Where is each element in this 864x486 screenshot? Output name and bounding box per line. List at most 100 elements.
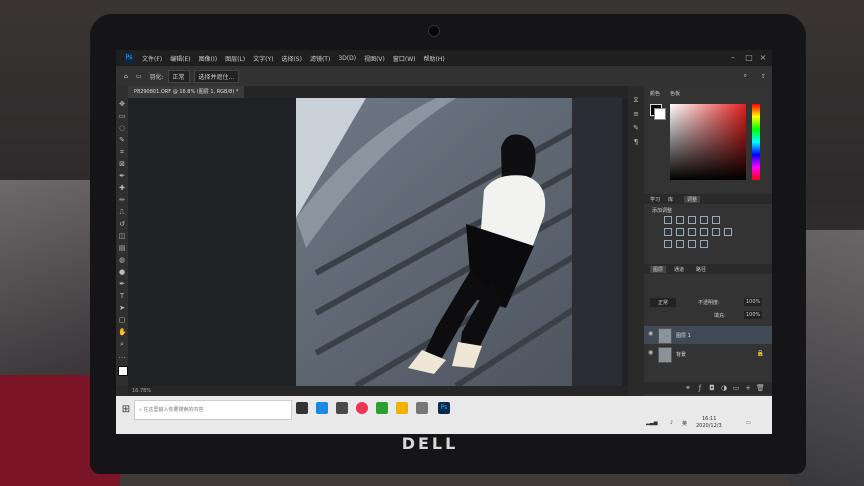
- menu-help[interactable]: 帮助(H): [424, 54, 445, 63]
- blur-tool-icon[interactable]: ◍: [118, 256, 126, 264]
- color-lookup-icon[interactable]: [724, 228, 732, 236]
- gradient-tool-icon[interactable]: ▤: [118, 244, 126, 252]
- menu-window[interactable]: 窗口(W): [393, 54, 416, 63]
- blend-mode-select[interactable]: 正常: [650, 298, 677, 307]
- menu-3d[interactable]: 3D(D): [338, 55, 356, 62]
- app-icon[interactable]: [416, 402, 428, 414]
- move-tool-icon[interactable]: ✥: [118, 100, 126, 108]
- task-view-icon[interactable]: [296, 402, 308, 414]
- hue-saturation-icon[interactable]: [664, 228, 672, 236]
- healing-tool-icon[interactable]: ✚: [118, 184, 126, 192]
- marquee-icon[interactable]: ▭: [136, 73, 142, 80]
- curves-icon[interactable]: [688, 216, 696, 224]
- menu-type[interactable]: 文字(Y): [253, 54, 273, 63]
- type-tool-icon[interactable]: T: [118, 292, 126, 300]
- color-balance-icon[interactable]: [676, 228, 684, 236]
- lasso-tool-icon[interactable]: ◌: [118, 124, 126, 132]
- tab-paths[interactable]: 路径: [696, 266, 706, 273]
- paragraph-panel-icon[interactable]: ¶: [632, 138, 640, 146]
- ime-indicator[interactable]: 英: [682, 420, 687, 427]
- history-brush-icon[interactable]: ↺: [118, 220, 126, 228]
- select-and-mask-button[interactable]: 选择并遮住...: [193, 69, 240, 83]
- trash-icon[interactable]: 🗑: [756, 384, 765, 392]
- brightness-icon[interactable]: [664, 216, 672, 224]
- photo-canvas[interactable]: [296, 98, 622, 386]
- posterize-icon[interactable]: [676, 240, 684, 248]
- tab-channels[interactable]: 通道: [674, 266, 684, 273]
- gradient-map-icon[interactable]: [700, 240, 708, 248]
- clock-time[interactable]: 16:11: [702, 416, 716, 422]
- history-panel-icon[interactable]: ⧖: [632, 96, 640, 104]
- exposure-icon[interactable]: [700, 216, 708, 224]
- eyedropper-tool-icon[interactable]: ✒: [118, 172, 126, 180]
- share-icon[interactable]: ⇪: [761, 73, 766, 80]
- adjustment-layer-icon[interactable]: ◑: [720, 384, 728, 392]
- edge-icon[interactable]: [316, 402, 328, 414]
- eye-icon[interactable]: ◉: [648, 331, 654, 337]
- notification-icon[interactable]: ▭: [746, 420, 751, 426]
- canvas-area[interactable]: [128, 98, 628, 386]
- layer-row[interactable]: ◉ 图层 1: [644, 326, 772, 344]
- fx-icon[interactable]: ƒ: [696, 384, 704, 392]
- channel-mixer-icon[interactable]: [712, 228, 720, 236]
- minimize-icon[interactable]: –: [728, 53, 738, 63]
- layer-row[interactable]: ◉ 背景 🔒: [644, 345, 772, 363]
- invert-icon[interactable]: [664, 240, 672, 248]
- tab-adjustments[interactable]: 调整: [684, 196, 701, 203]
- tab-learn[interactable]: 学习: [650, 196, 660, 203]
- hand-tool-icon[interactable]: ✋: [118, 328, 127, 336]
- taskbar-search-box[interactable]: ⌕ 在这里输入你要搜索的内容: [134, 400, 292, 420]
- shape-tool-icon[interactable]: ▢: [118, 316, 126, 324]
- color-picker-field[interactable]: [670, 104, 746, 180]
- menu-filter[interactable]: 滤镜(T): [310, 54, 330, 63]
- threshold-icon[interactable]: [688, 240, 696, 248]
- style-select[interactable]: 正常: [167, 69, 190, 83]
- maximize-icon[interactable]: □: [744, 53, 754, 63]
- foreground-color-swatch[interactable]: [118, 366, 128, 376]
- menu-image[interactable]: 图像(I): [199, 54, 217, 63]
- pen-tool-icon[interactable]: ✒: [118, 280, 126, 288]
- eraser-tool-icon[interactable]: ◫: [118, 232, 126, 240]
- photo-filter-icon[interactable]: [700, 228, 708, 236]
- eye-icon[interactable]: ◉: [648, 350, 654, 356]
- tab-layers[interactable]: 图层: [650, 266, 667, 273]
- stamp-tool-icon[interactable]: ⎍: [118, 208, 126, 216]
- tab-swatches[interactable]: 色板: [670, 90, 680, 97]
- link-layers-icon[interactable]: ⚭: [684, 384, 692, 392]
- menu-select[interactable]: 选择(S): [281, 54, 302, 63]
- dodge-tool-icon[interactable]: ●: [118, 268, 126, 276]
- new-layer-icon[interactable]: +: [744, 384, 752, 392]
- mask-icon[interactable]: ◘: [708, 384, 716, 392]
- path-select-icon[interactable]: ➤: [118, 304, 126, 312]
- menu-file[interactable]: 文件(F): [142, 54, 162, 63]
- chrome-icon[interactable]: [356, 402, 368, 414]
- tab-color[interactable]: 颜色: [650, 90, 660, 97]
- search-icon[interactable]: ⌕: [744, 72, 747, 80]
- tab-library[interactable]: 库: [668, 196, 673, 203]
- background-swatch[interactable]: [654, 108, 666, 120]
- opacity-input[interactable]: 100%: [744, 298, 763, 306]
- brush-panel-icon[interactable]: ✎: [632, 124, 640, 132]
- properties-panel-icon[interactable]: ≡: [632, 110, 640, 118]
- folder-icon[interactable]: [396, 402, 408, 414]
- photoshop-task-icon[interactable]: Ps: [438, 402, 450, 414]
- store-icon[interactable]: [336, 402, 348, 414]
- brush-tool-icon[interactable]: ✏: [118, 196, 126, 204]
- more-tools-icon[interactable]: …: [118, 352, 126, 360]
- vibrance-icon[interactable]: [712, 216, 720, 224]
- group-icon[interactable]: ▭: [732, 384, 740, 392]
- quick-select-tool-icon[interactable]: ✎: [118, 136, 126, 144]
- marquee-tool-icon[interactable]: ▭: [118, 112, 126, 120]
- levels-icon[interactable]: [676, 216, 684, 224]
- menu-layer[interactable]: 图层(L): [225, 54, 245, 63]
- document-tab[interactable]: P8290801.ORF @ 16.8% (图层 1, RGB/8) *: [128, 86, 245, 98]
- home-icon[interactable]: ⌂: [124, 73, 128, 80]
- fill-input[interactable]: 100%: [744, 311, 763, 319]
- volume-icon[interactable]: ♪: [670, 420, 673, 426]
- crop-tool-icon[interactable]: ⌗: [118, 148, 126, 156]
- menu-edit[interactable]: 编辑(E): [170, 54, 190, 63]
- hue-slider[interactable]: [752, 104, 760, 180]
- wechat-icon[interactable]: [376, 402, 388, 414]
- frame-tool-icon[interactable]: ⊠: [118, 160, 126, 168]
- clock-date[interactable]: 2020/12/3: [696, 423, 722, 429]
